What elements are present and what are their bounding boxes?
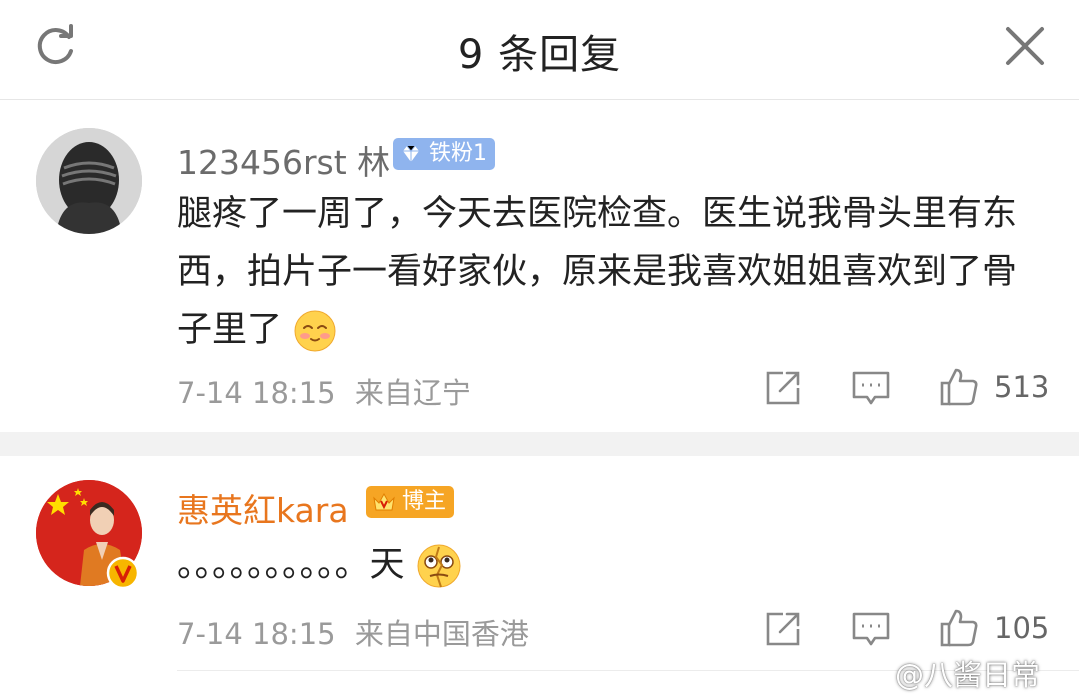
- header-bar: 9 条回复: [0, 0, 1079, 100]
- comment-text: 腿疼了一周了，今天去医院检查。医生说我骨头里有东西，拍片子一看好家伙，原来是我喜…: [177, 185, 1047, 359]
- crown-icon: [373, 492, 395, 511]
- comment-meta: 7-14 18:15 来自辽宁: [177, 370, 471, 412]
- watermark: @八酱日常: [895, 658, 1041, 692]
- author-badge: 博主: [366, 486, 455, 518]
- comment-item: 123456rst 林 铁粉1 腿疼了一周了，今天去医院检查。医生说我骨头里有东…: [0, 100, 1079, 432]
- section-divider: [0, 432, 1079, 456]
- shy-smile-emoji: [294, 310, 336, 352]
- share-icon[interactable]: [763, 368, 803, 408]
- comment-meta: 7-14 18:15 来自中国香港: [177, 611, 529, 653]
- comment-location: 来自中国香港: [354, 617, 529, 651]
- username[interactable]: 123456rst 林: [177, 136, 390, 184]
- reply-icon[interactable]: [851, 368, 891, 408]
- page-title: 9 条回复: [457, 32, 622, 78]
- like-icon[interactable]: [938, 607, 980, 649]
- like-count: 513: [994, 370, 1050, 404]
- comment-time: 7-14 18:15: [177, 376, 336, 410]
- comment-time: 7-14 18:15: [177, 617, 336, 651]
- fan-badge: 铁粉1: [393, 138, 495, 170]
- reply-icon[interactable]: [851, 609, 891, 649]
- cracked-face-emoji: [417, 544, 461, 588]
- avatar-image: [36, 128, 142, 234]
- avatar[interactable]: [36, 128, 142, 234]
- badge-label: 铁粉1: [429, 141, 487, 166]
- share-icon[interactable]: [763, 609, 803, 649]
- like-icon[interactable]: [938, 366, 980, 408]
- verified-v-icon: [106, 556, 140, 590]
- comment-text-content: 。。。。。。。。。。天: [177, 545, 405, 585]
- diamond-icon: [403, 145, 419, 162]
- like-count: 105: [994, 611, 1050, 645]
- username[interactable]: 惠英紅kara: [177, 484, 349, 532]
- badge-label: 博主: [402, 489, 447, 514]
- comment-text: 。。。。。。。。。。天: [177, 536, 1047, 594]
- close-icon[interactable]: [1002, 23, 1048, 69]
- comment-location: 来自辽宁: [354, 376, 471, 410]
